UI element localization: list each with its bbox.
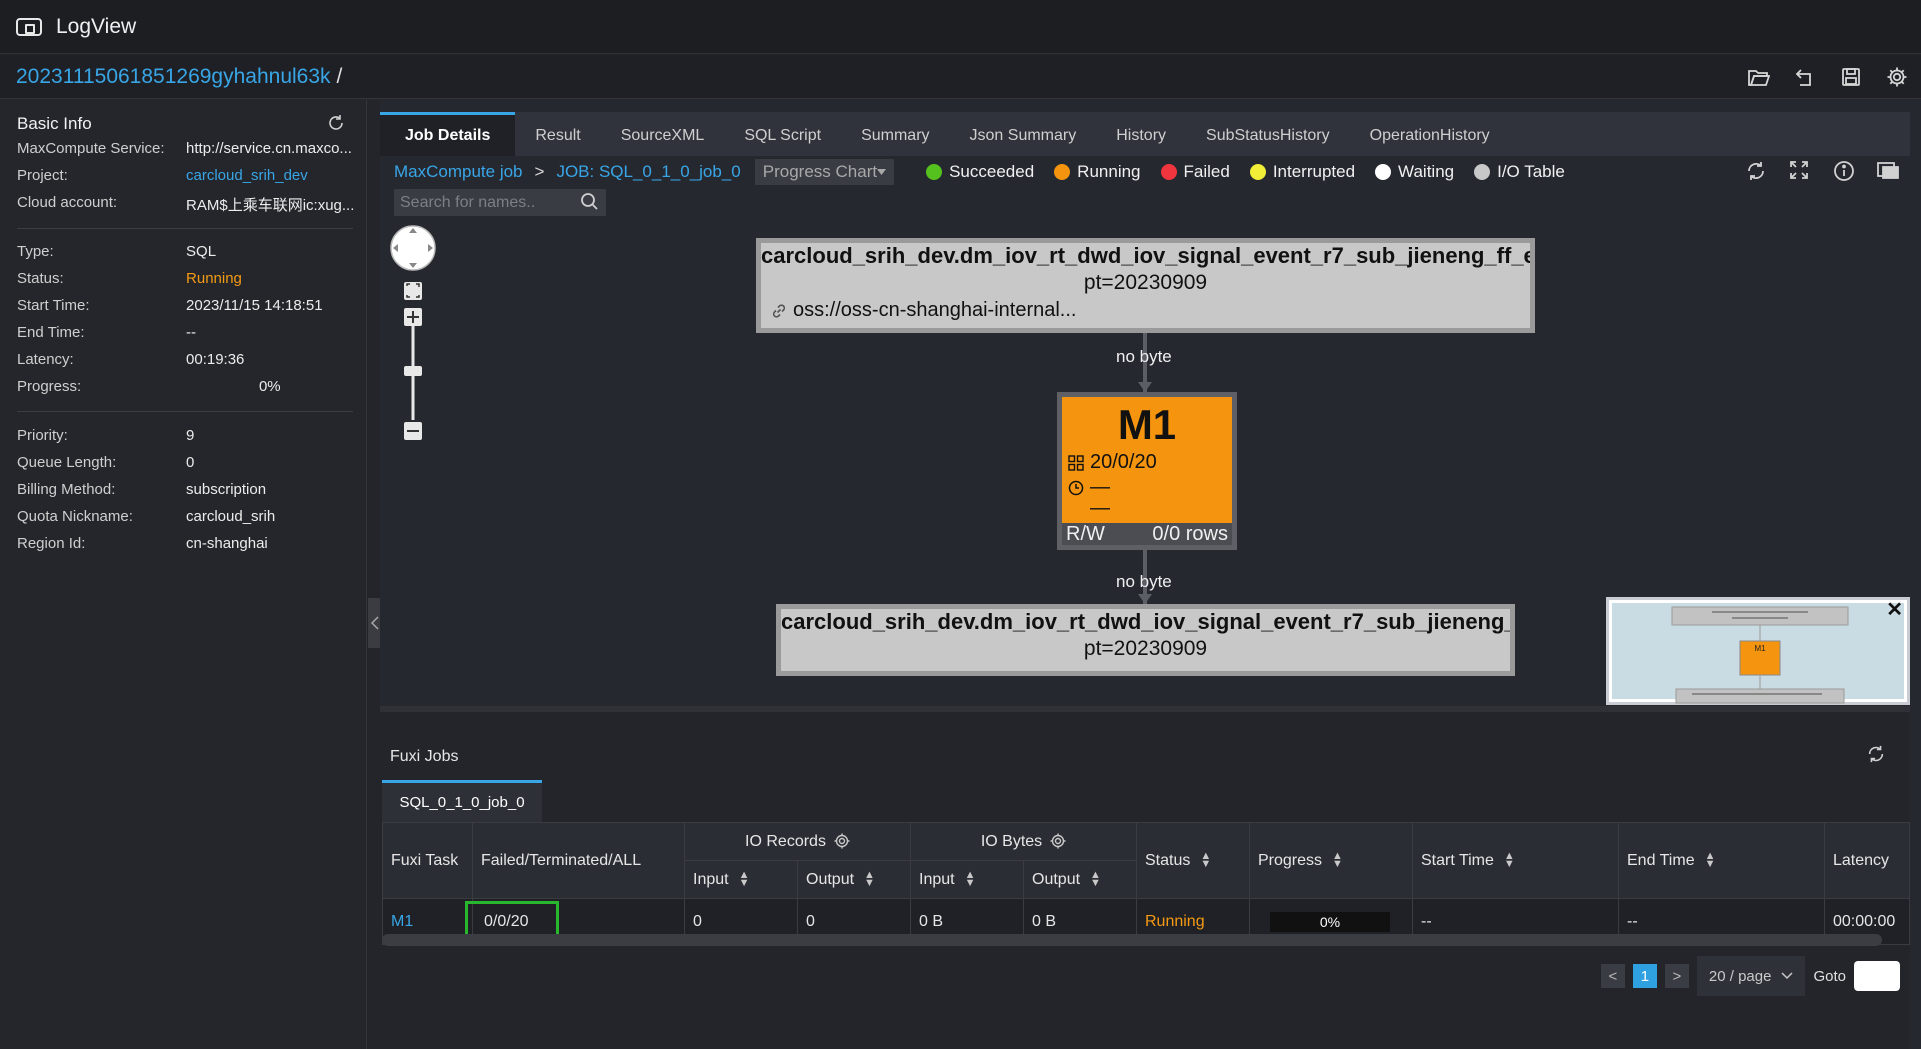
horizontal-scrollbar[interactable] (382, 934, 1882, 946)
sort-icon: ▲ ▼ (1200, 850, 1212, 871)
minimap-close-icon[interactable]: ✕ (1886, 597, 1903, 622)
task-time-2: — (1090, 497, 1110, 519)
minimap-preview: M1 (1671, 606, 1849, 704)
goto-page-input[interactable] (1854, 961, 1900, 991)
source-location: oss://oss-cn-shanghai-internal... (761, 299, 1530, 322)
page-size-select[interactable]: 20 / page (1696, 956, 1806, 996)
col-start-time[interactable]: Start Time ▲ ▼ (1412, 822, 1619, 899)
col-records-output[interactable]: Output ▲ ▼ (797, 860, 911, 899)
sink-table-name: carcloud_srih_dev.dm_iov_rt_dwd_iov_sign… (781, 609, 1510, 634)
edge-label-1: no byte (1116, 347, 1172, 366)
sort-icon: ▲ ▼ (1503, 850, 1515, 871)
chevron-down-icon (1781, 972, 1793, 980)
clock-icon (1068, 480, 1084, 495)
task-name: M1 (1117, 401, 1177, 448)
sink-partition: pt=20230909 (1083, 637, 1208, 660)
fuxi-jobs-title: Fuxi Jobs (390, 748, 459, 765)
col-records-input[interactable]: Input ▲ ▼ (684, 860, 798, 899)
col-progress[interactable]: Progress ▲ ▼ (1249, 822, 1413, 899)
source-partition: pt=20230909 (1083, 271, 1208, 294)
rows-value: 0/0 rows (1152, 522, 1228, 545)
sort-icon: ▲ ▼ (1332, 850, 1343, 871)
progress-bar: 0% (1270, 911, 1390, 932)
col-bytes-input[interactable]: Input ▲ ▼ (910, 860, 1024, 899)
instances-icon (1068, 454, 1084, 471)
task-time: — (1062, 476, 1232, 499)
col-bytes-output[interactable]: Output ▲ ▼ (1023, 860, 1137, 899)
fuxi-job-tab[interactable]: SQL_0_1_0_job_0 (382, 780, 542, 822)
pagination: < 1 > 20 / page Goto (1600, 956, 1900, 996)
col-failed-terminated-all: Failed/Terminated/ALL (472, 822, 685, 899)
task-footer: R/W 0/0 rows (1062, 523, 1232, 545)
sort-icon: ▲ ▼ (964, 869, 976, 890)
sort-icon: ▲ ▼ (1704, 850, 1716, 871)
task-link[interactable]: M1 (391, 913, 413, 930)
col-fuxi-task: Fuxi Task (382, 822, 473, 899)
task-node-m1[interactable]: M1 20/0/20 — — R/W 0/0 rows (1057, 392, 1237, 550)
edge-label-2: no byte (1116, 572, 1172, 591)
goto-label: Goto (1813, 967, 1846, 985)
minimap[interactable]: M1 ✕ (1606, 597, 1910, 705)
sort-icon: ▲ ▼ (738, 869, 750, 890)
link-icon (772, 303, 786, 318)
col-end-time[interactable]: End Time ▲ ▼ (1618, 822, 1825, 899)
next-page-button[interactable]: > (1664, 964, 1689, 988)
col-status[interactable]: Status ▲ ▼ (1136, 822, 1250, 899)
fuxi-refresh-icon[interactable] (1866, 744, 1888, 766)
source-table-node[interactable]: carcloud_srih_dev.dm_iov_rt_dwd_iov_sign… (756, 238, 1535, 333)
sink-table-node[interactable]: carcloud_srih_dev.dm_iov_rt_dwd_iov_sign… (776, 604, 1515, 676)
sort-icon: ▲ ▼ (864, 869, 875, 890)
col-io-bytes: IO Bytes (910, 822, 1137, 861)
sort-icon: ▲ ▼ (1090, 869, 1101, 890)
col-latency: Latency (1824, 822, 1910, 899)
io-records-settings-icon[interactable] (834, 833, 850, 849)
fuxi-jobs-panel: Fuxi Jobs SQL_0_1_0_job_0 Fuxi Task Fail… (380, 712, 1910, 1049)
fuxi-task-table: Fuxi Task Failed/Terminated/ALL IO Recor… (382, 822, 1910, 945)
io-bytes-settings-icon[interactable] (1050, 833, 1066, 849)
page-1-button[interactable]: 1 (1632, 964, 1657, 988)
source-table-name: carcloud_srih_dev.dm_iov_rt_dwd_iov_sign… (761, 243, 1530, 268)
col-io-records: IO Records (684, 822, 911, 861)
rw-label: R/W (1066, 522, 1105, 545)
prev-page-button[interactable]: < (1600, 964, 1625, 988)
task-instances: 20/0/20 (1062, 451, 1232, 474)
svg-text:M1: M1 (1754, 644, 1766, 653)
